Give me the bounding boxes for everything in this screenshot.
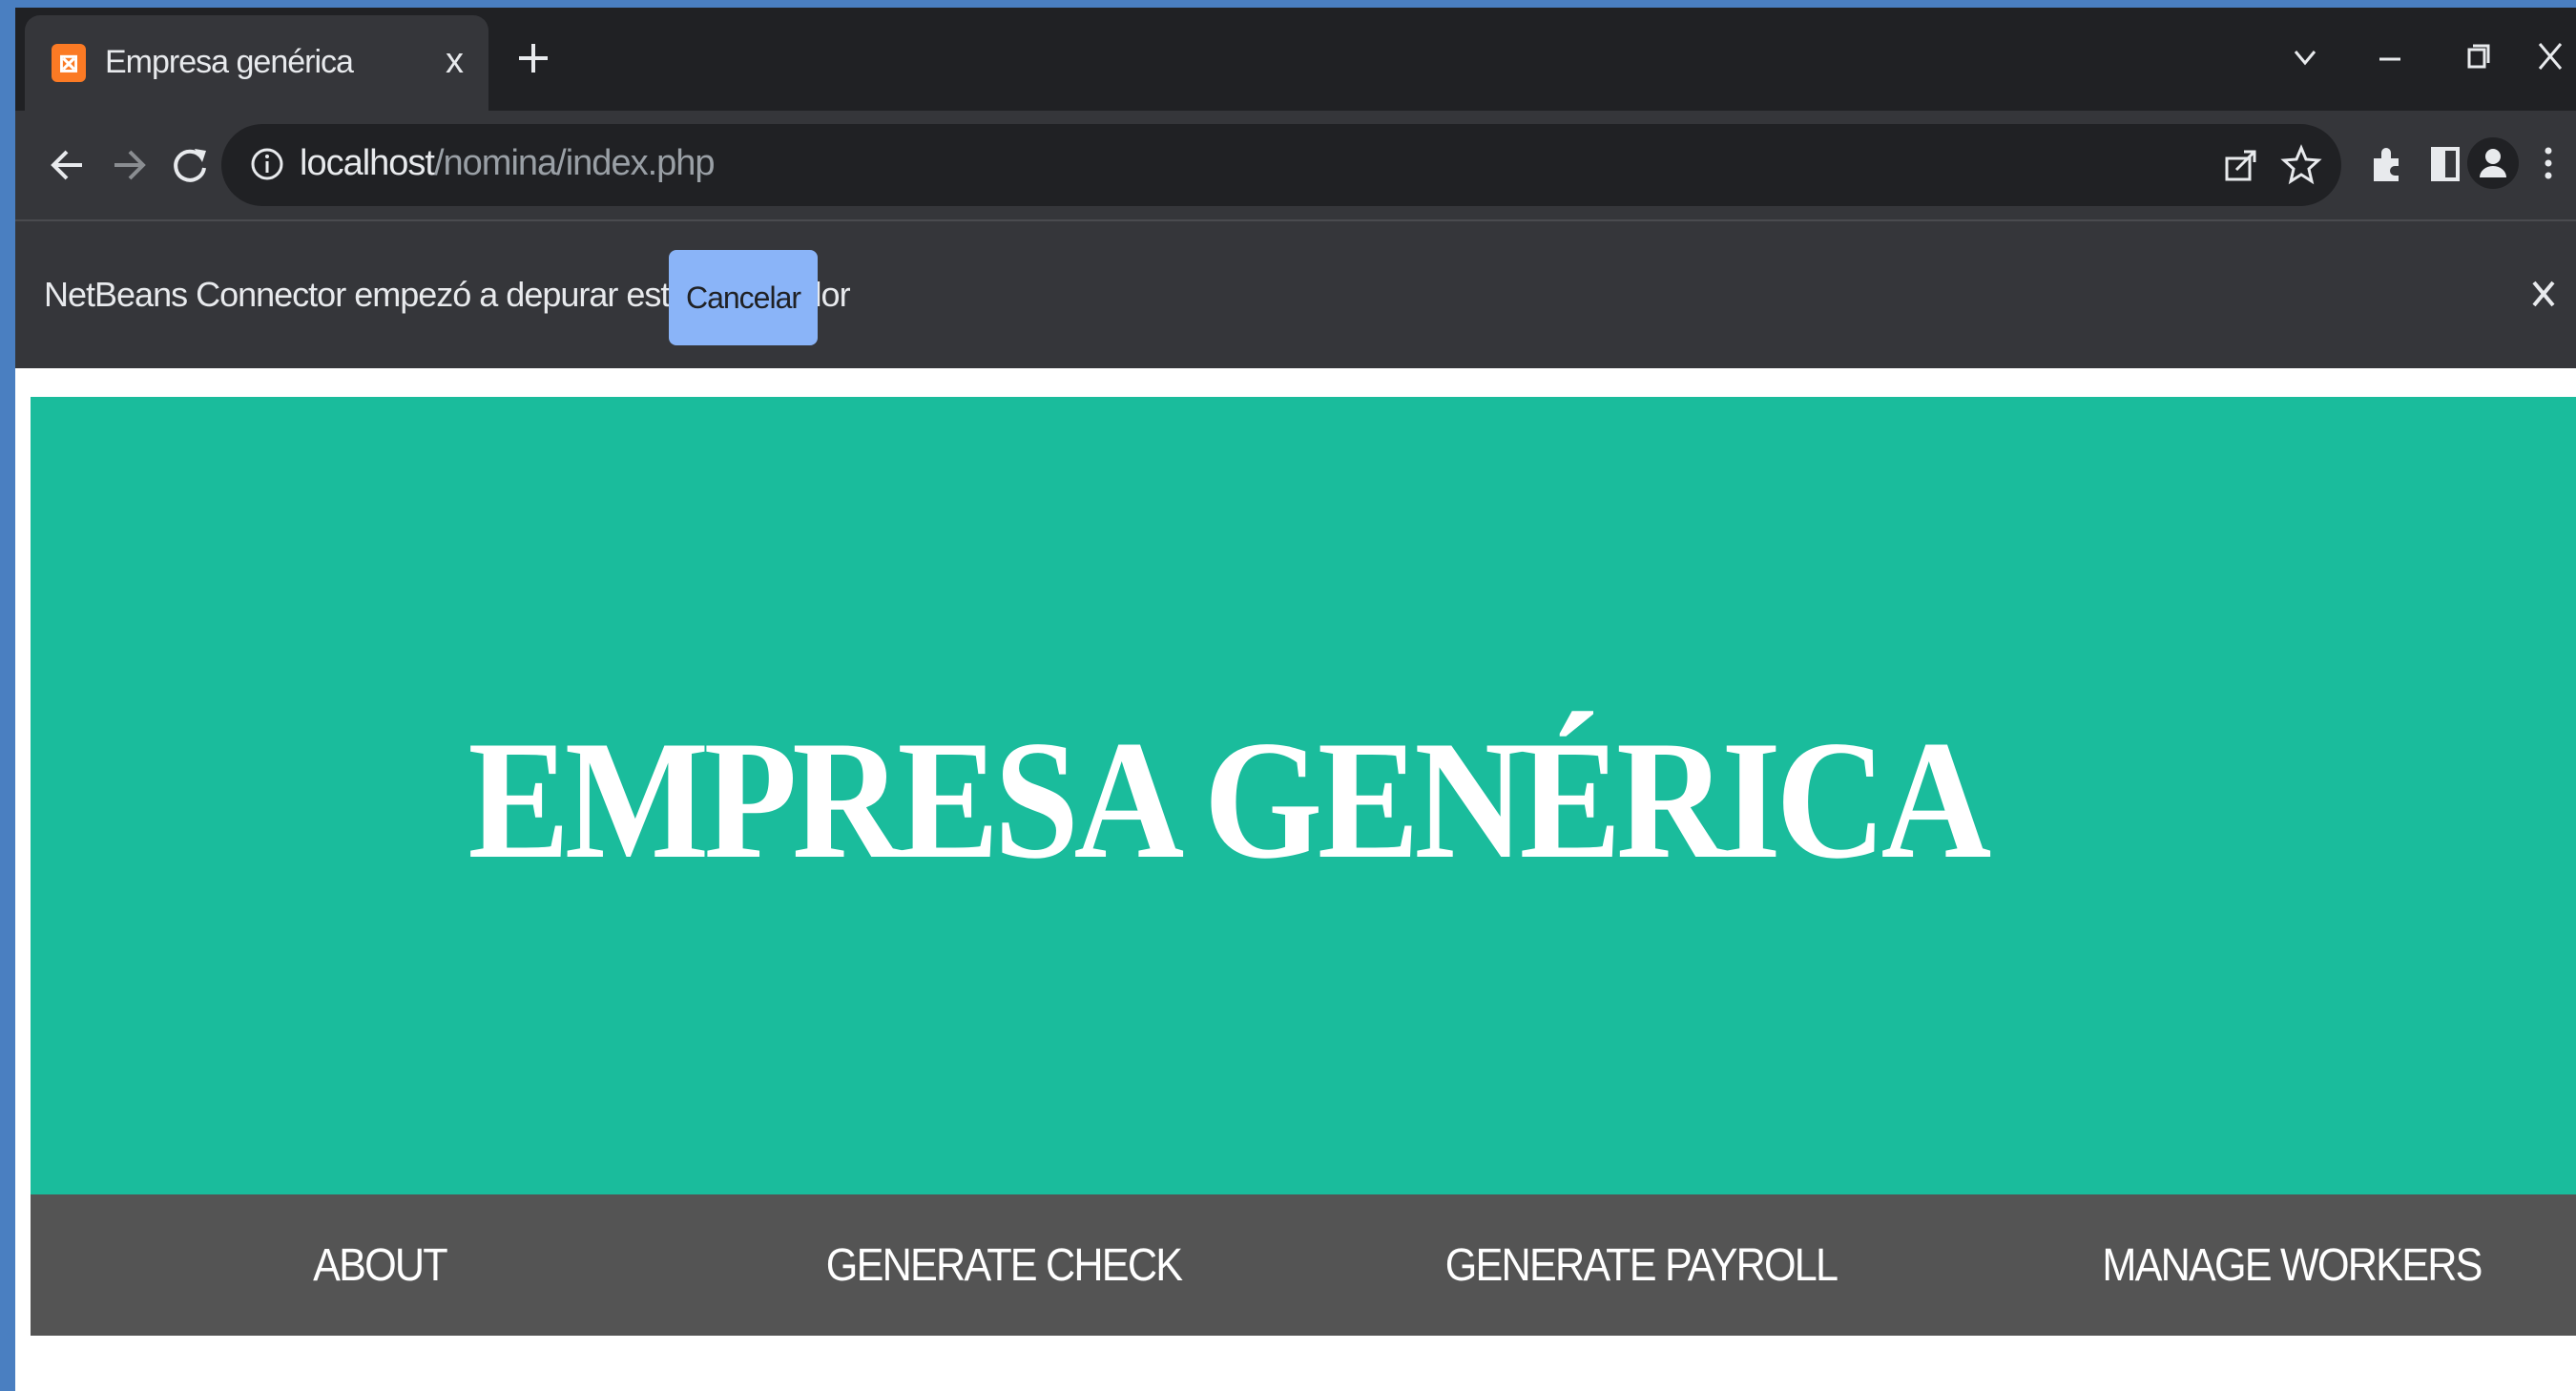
xampp-icon: ⊠ (52, 44, 86, 82)
nav-generate-payroll[interactable]: GENERATE PAYROLL (1445, 1194, 1839, 1336)
url-host: localhost (300, 143, 435, 183)
chevron-down-icon[interactable] (2276, 29, 2334, 86)
url-path: /nomina/index.php (433, 143, 716, 183)
cancel-button[interactable]: Cancelar (669, 250, 818, 345)
extensions-icon[interactable] (2362, 139, 2410, 187)
restore-icon[interactable] (2450, 29, 2507, 86)
share-icon[interactable] (2221, 145, 2261, 185)
infobar-close-icon[interactable] (2519, 269, 2568, 319)
nav-manage-workers[interactable]: MANAGE WORKERS (2102, 1194, 2483, 1336)
tab-strip: ⊠ Empresa genérica x (15, 8, 2576, 111)
profile-avatar-icon[interactable] (2467, 137, 2519, 189)
browser-window: ⊠ Empresa genérica x localhost/nomina/in… (15, 8, 2576, 1391)
url-text[interactable]: localhost/nomina/index.php (300, 143, 716, 184)
menu-kebab-icon[interactable] (2532, 139, 2565, 187)
hero-banner: EMPRESA GENÉRICA (31, 397, 2576, 1194)
address-bar[interactable]: localhost/nomina/index.php (221, 124, 2341, 206)
forward-icon[interactable] (105, 141, 153, 189)
side-panel-icon[interactable] (2421, 139, 2469, 187)
reload-icon[interactable] (166, 141, 214, 189)
site-title: EMPRESA GENÉRICA (467, 705, 1991, 894)
bookmark-star-icon[interactable] (2280, 143, 2322, 185)
page-viewport: EMPRESA GENÉRICA ABOUT GENERATE CHECK GE… (15, 368, 2576, 1391)
back-icon[interactable] (44, 141, 92, 189)
new-tab-icon[interactable] (509, 34, 557, 82)
window-close-icon[interactable] (2523, 29, 2576, 86)
debug-infobar: NetBeans Connector empezó a depurar este… (15, 221, 2576, 368)
info-icon[interactable] (248, 145, 286, 183)
nav-about[interactable]: ABOUT (234, 1194, 526, 1336)
toolbar: localhost/nomina/index.php (15, 111, 2576, 221)
minimize-icon[interactable] (2362, 29, 2420, 86)
nav-generate-check[interactable]: GENERATE CHECK (826, 1194, 1183, 1336)
tab-title: Empresa genérica (105, 44, 354, 80)
tab-close-icon[interactable]: x (446, 40, 464, 82)
main-nav: ABOUT GENERATE CHECK GENERATE PAYROLL MA… (31, 1194, 2576, 1336)
tab-empresa-generica[interactable]: ⊠ Empresa genérica x (25, 15, 488, 111)
